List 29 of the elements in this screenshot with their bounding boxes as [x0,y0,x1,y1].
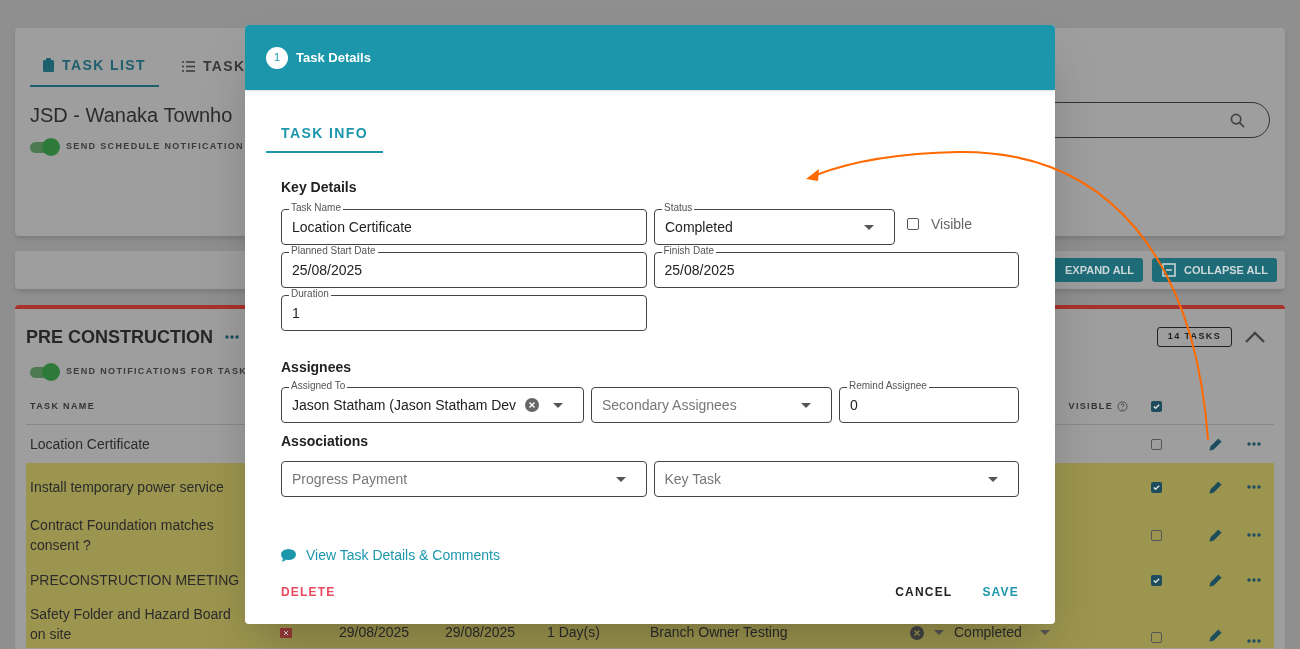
checkbox-label: Visible [931,214,972,234]
field-label: Finish Date [661,245,717,257]
task-name: PRECONSTRUCTION MEETING [30,571,241,590]
task-name: Location Certificate [30,435,151,454]
section-heading: Assignees [281,358,353,377]
step-number: 1 [266,46,288,69]
task-name: Safety Folder and Hazard Board on site [30,605,232,644]
field-label: Assigned To [289,380,348,392]
section-heading: Key Details [281,178,358,197]
field-label: Planned Start Date [289,245,378,257]
group-title: PRE CONSTRUCTION [26,325,213,349]
section-heading: Associations [281,432,370,451]
field-label: Remind Assignee [847,380,929,392]
toggle-label: SEND NOTIFICATIONS FOR TASK [66,365,248,379]
project-title: JSD - Wanaka Townho [30,103,234,128]
field-label: Status [662,202,695,214]
column-header: TASK NAME [30,399,95,413]
toggle-label: SEND SCHEDULE NOTIFICATION [66,140,244,154]
duration: 1 Day(s) [547,623,601,642]
assignee: Branch Owner Testing [650,623,789,642]
field-label: Duration [289,288,331,300]
finish-date: 29/08/2025 [445,623,517,642]
field-label: Task Name [289,202,343,214]
dialog-title: Task Details [296,48,371,67]
start-date: 29/08/2025 [339,623,411,642]
task-status: Completed [954,623,1023,642]
column-header: VISIBLE [1068,399,1113,413]
task-name: Contract Foundation matches consent ? [30,516,215,555]
task-name: Install temporary power service [30,478,225,497]
